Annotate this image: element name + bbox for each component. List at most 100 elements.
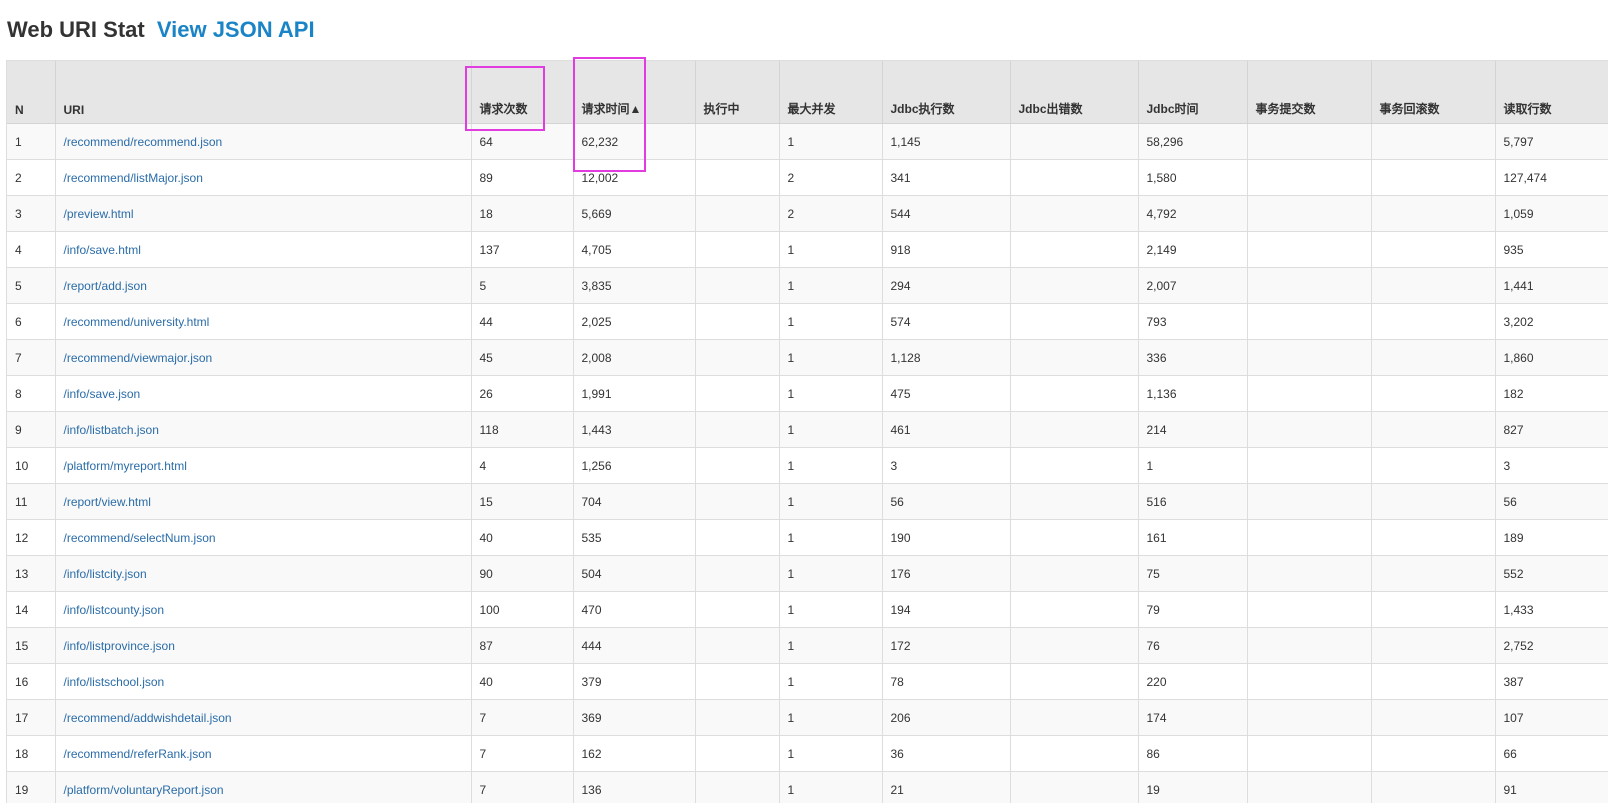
jdbc-error-count-cell <box>1010 304 1138 340</box>
tx-commit-count-cell <box>1247 448 1371 484</box>
tx-rollback-count-cell <box>1371 592 1495 628</box>
jdbc-time-cell: 220 <box>1138 664 1247 700</box>
running-cell <box>695 736 779 772</box>
max-concurrent-cell: 1 <box>779 520 882 556</box>
tx-rollback-count-cell <box>1371 556 1495 592</box>
uri-link[interactable]: /recommend/addwishdetail.json <box>64 711 232 725</box>
uri-link[interactable]: /info/listcounty.json <box>64 603 165 617</box>
uri-cell: /recommend/addwishdetail.json <box>55 700 471 736</box>
max-concurrent-cell: 2 <box>779 196 882 232</box>
tx-commit-count-cell <box>1247 340 1371 376</box>
uri-link[interactable]: /recommend/listMajor.json <box>64 171 203 185</box>
jdbc-time-cell: 86 <box>1138 736 1247 772</box>
row-number-cell: 5 <box>7 268 55 304</box>
table-row: 6/recommend/university.html442,025157479… <box>7 304 1608 340</box>
uri-link[interactable]: /info/save.json <box>64 387 141 401</box>
max-concurrent-cell: 1 <box>779 304 882 340</box>
jdbc-error-count-cell <box>1010 628 1138 664</box>
running-cell <box>695 232 779 268</box>
request-time-cell: 1,991 <box>573 376 695 412</box>
uri-link[interactable]: /info/listcity.json <box>64 567 147 581</box>
tx-commit-count-cell <box>1247 304 1371 340</box>
uri-stat-table-container: N URI 请求次数 请求时间▲ 执行中 最大并发 Jdbc执行数 Jdbc出错… <box>6 60 1608 803</box>
max-concurrent-cell: 1 <box>779 484 882 520</box>
request-time-cell: 4,705 <box>573 232 695 268</box>
column-header-fetch-row-count[interactable]: 读取行数 <box>1495 61 1608 124</box>
uri-link[interactable]: /preview.html <box>64 207 134 221</box>
jdbc-exec-count-cell: 172 <box>882 628 1010 664</box>
fetch-row-count-cell: 3 <box>1495 448 1608 484</box>
request-count-cell: 89 <box>471 160 573 196</box>
table-header-row: N URI 请求次数 请求时间▲ 执行中 最大并发 Jdbc执行数 Jdbc出错… <box>7 61 1608 124</box>
request-count-cell: 7 <box>471 772 573 803</box>
table-row: 3/preview.html185,66925444,7921,059 <box>7 196 1608 232</box>
column-header-jdbc-time[interactable]: Jdbc时间 <box>1138 61 1247 124</box>
column-header-max-concurrent[interactable]: 最大并发 <box>779 61 882 124</box>
uri-cell: /info/listcounty.json <box>55 592 471 628</box>
uri-link[interactable]: /info/listbatch.json <box>64 423 159 437</box>
jdbc-error-count-cell <box>1010 592 1138 628</box>
uri-link[interactable]: /recommend/university.html <box>64 315 210 329</box>
running-cell <box>695 484 779 520</box>
tx-commit-count-cell <box>1247 376 1371 412</box>
uri-link[interactable]: /recommend/viewmajor.json <box>64 351 213 365</box>
column-header-running[interactable]: 执行中 <box>695 61 779 124</box>
uri-link[interactable]: /report/view.html <box>64 495 151 509</box>
request-time-cell: 162 <box>573 736 695 772</box>
tx-commit-count-cell <box>1247 124 1371 160</box>
column-header-tx-commit-count[interactable]: 事务提交数 <box>1247 61 1371 124</box>
uri-link[interactable]: /report/add.json <box>64 279 147 293</box>
max-concurrent-cell: 1 <box>779 124 882 160</box>
column-header-request-count[interactable]: 请求次数 <box>471 61 573 124</box>
table-row: 1/recommend/recommend.json6462,23211,145… <box>7 124 1608 160</box>
running-cell <box>695 376 779 412</box>
column-header-request-time[interactable]: 请求时间▲ <box>573 61 695 124</box>
request-count-cell: 45 <box>471 340 573 376</box>
row-number-cell: 14 <box>7 592 55 628</box>
request-time-cell: 470 <box>573 592 695 628</box>
jdbc-error-count-cell <box>1010 556 1138 592</box>
tx-rollback-count-cell <box>1371 772 1495 803</box>
column-header-tx-rollback-count[interactable]: 事务回滚数 <box>1371 61 1495 124</box>
request-count-cell: 90 <box>471 556 573 592</box>
uri-cell: /report/view.html <box>55 484 471 520</box>
column-header-uri[interactable]: URI <box>55 61 471 124</box>
table-row: 9/info/listbatch.json1181,4431461214827 <box>7 412 1608 448</box>
jdbc-exec-count-cell: 190 <box>882 520 1010 556</box>
max-concurrent-cell: 2 <box>779 160 882 196</box>
tx-commit-count-cell <box>1247 628 1371 664</box>
tx-commit-count-cell <box>1247 196 1371 232</box>
jdbc-time-cell: 1 <box>1138 448 1247 484</box>
fetch-row-count-cell: 827 <box>1495 412 1608 448</box>
fetch-row-count-cell: 91 <box>1495 772 1608 803</box>
uri-link[interactable]: /recommend/selectNum.json <box>64 531 216 545</box>
table-row: 16/info/listschool.json40379178220387 <box>7 664 1608 700</box>
uri-link[interactable]: /recommend/referRank.json <box>64 747 212 761</box>
tx-rollback-count-cell <box>1371 628 1495 664</box>
tx-rollback-count-cell <box>1371 376 1495 412</box>
uri-link[interactable]: /info/save.html <box>64 243 141 257</box>
uri-link[interactable]: /platform/voluntaryReport.json <box>64 783 224 797</box>
jdbc-time-cell: 516 <box>1138 484 1247 520</box>
running-cell <box>695 664 779 700</box>
uri-link[interactable]: /platform/myreport.html <box>64 459 187 473</box>
column-header-jdbc-error-count[interactable]: Jdbc出错数 <box>1010 61 1138 124</box>
uri-link[interactable]: /info/listprovince.json <box>64 639 175 653</box>
uri-link[interactable]: /recommend/recommend.json <box>64 135 223 149</box>
page-title: Web URI Stat View JSON API <box>7 16 315 44</box>
running-cell <box>695 448 779 484</box>
request-time-cell: 12,002 <box>573 160 695 196</box>
uri-link[interactable]: /info/listschool.json <box>64 675 165 689</box>
jdbc-error-count-cell <box>1010 736 1138 772</box>
column-header-jdbc-exec-count[interactable]: Jdbc执行数 <box>882 61 1010 124</box>
jdbc-exec-count-cell: 574 <box>882 304 1010 340</box>
tx-rollback-count-cell <box>1371 196 1495 232</box>
tx-commit-count-cell <box>1247 232 1371 268</box>
view-json-api-link[interactable]: View JSON API <box>157 17 315 42</box>
row-number-cell: 17 <box>7 700 55 736</box>
row-number-cell: 12 <box>7 520 55 556</box>
column-header-n[interactable]: N <box>7 61 55 124</box>
jdbc-error-count-cell <box>1010 448 1138 484</box>
uri-cell: /info/listcity.json <box>55 556 471 592</box>
max-concurrent-cell: 1 <box>779 772 882 803</box>
